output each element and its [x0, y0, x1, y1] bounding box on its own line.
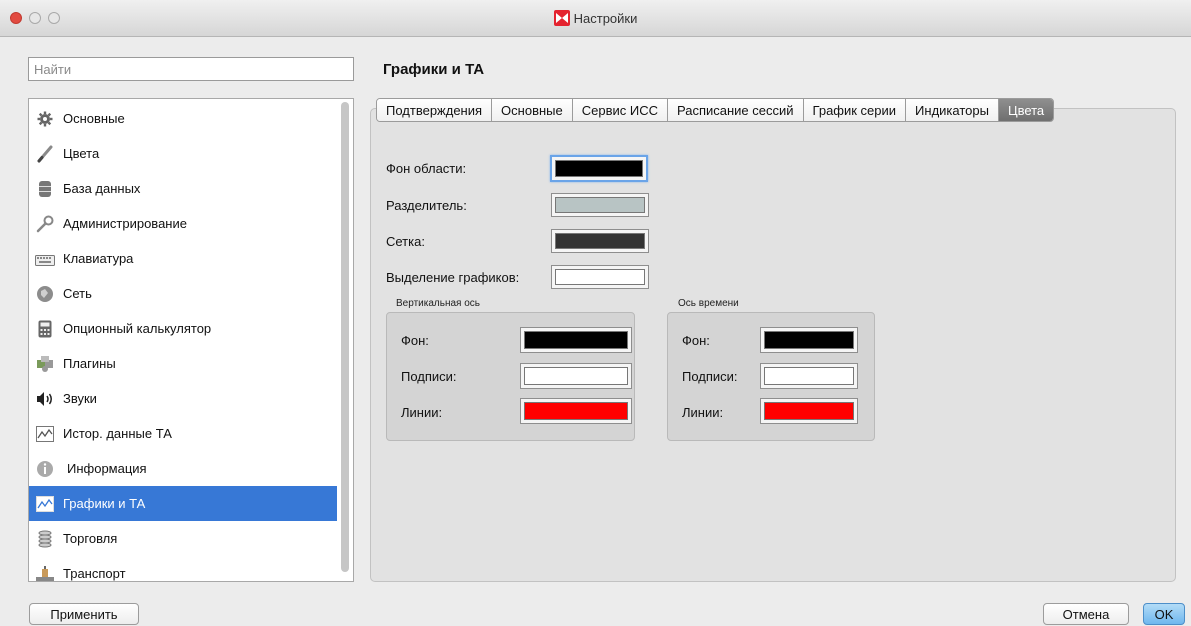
network-icon	[35, 284, 55, 304]
grid-label: Сетка:	[386, 234, 425, 249]
time-axis-captions-label: Подписи:	[682, 369, 738, 384]
area-bg-label: Фон области:	[386, 161, 467, 176]
sidebar-item-colors[interactable]: Цвета	[29, 136, 337, 171]
calculator-icon	[35, 319, 55, 339]
chart-selection-color-well[interactable]	[551, 265, 649, 289]
title-bar: Настройки	[0, 0, 1191, 37]
sidebar-item-label: Звуки	[63, 391, 97, 406]
vertical-axis-bg-color-well[interactable]	[520, 327, 632, 353]
speaker-icon	[35, 389, 55, 409]
window-title-wrap: Настройки	[0, 10, 1191, 26]
sidebar-item-label: Опционный калькулятор	[63, 321, 212, 336]
grid-color-well[interactable]	[551, 229, 649, 253]
sidebar-item-option-calculator[interactable]: Опционный калькулятор	[29, 311, 337, 346]
separator-color-well[interactable]	[551, 193, 649, 217]
brush-icon	[35, 144, 55, 164]
separator-label: Разделитель:	[386, 198, 467, 213]
coins-icon	[35, 529, 55, 549]
ok-button[interactable]: OK	[1143, 603, 1185, 625]
sidebar-item-trading[interactable]: Торговля	[29, 521, 337, 556]
area-bg-color-well[interactable]	[550, 155, 648, 182]
sidebar-item-label: Плагины	[63, 356, 116, 371]
tab-general[interactable]: Основные	[492, 99, 573, 121]
sidebar-item-information[interactable]: Информация	[29, 451, 337, 486]
cancel-button[interactable]: Отмена	[1043, 603, 1129, 625]
sidebar-item-label: Истор. данные ТА	[63, 426, 172, 441]
sidebar-item-label: Торговля	[63, 531, 118, 546]
history-chart-icon	[35, 424, 55, 444]
vertical-axis-lines-color-fill	[524, 402, 628, 420]
chart-selection-color-fill	[555, 269, 645, 285]
wrench-icon	[35, 214, 55, 234]
sidebar-item-label: Графики и ТА	[63, 496, 146, 511]
sidebar-item-label: Администрирование	[63, 216, 187, 231]
time-axis-captions-color-fill	[764, 367, 854, 385]
sidebar: Основные Цвета База данных Администриров…	[28, 98, 354, 582]
sidebar-item-keyboard[interactable]: Клавиатура	[29, 241, 337, 276]
sidebar-item-label: Информация	[67, 461, 147, 476]
time-axis-lines-label: Линии:	[682, 405, 724, 420]
time-axis-lines-color-fill	[764, 402, 854, 420]
sidebar-item-label: Цвета	[63, 146, 100, 161]
vertical-axis-lines-color-well[interactable]	[520, 398, 632, 424]
sidebar-item-sounds[interactable]: Звуки	[29, 381, 337, 416]
grid-color-fill	[555, 233, 645, 249]
chart-selection-label: Выделение графиков:	[386, 270, 520, 285]
vertical-axis-captions-color-fill	[524, 367, 628, 385]
sidebar-item-administration[interactable]: Администрирование	[29, 206, 337, 241]
sidebar-item-general[interactable]: Основные	[29, 101, 337, 136]
vertical-axis-bg-label: Фон:	[401, 333, 429, 348]
chart-icon	[35, 494, 55, 514]
transport-icon	[35, 564, 55, 581]
vertical-axis-captions-color-well[interactable]	[520, 363, 632, 389]
sidebar-item-label: Клавиатура	[63, 251, 134, 266]
info-icon	[35, 459, 55, 479]
sidebar-item-network[interactable]: Сеть	[29, 276, 337, 311]
vertical-axis-lines-label: Линии:	[401, 405, 443, 420]
sidebar-item-database[interactable]: База данных	[29, 171, 337, 206]
gear-icon	[35, 109, 55, 129]
sidebar-scrollbar[interactable]	[341, 102, 349, 572]
vertical-axis-bg-color-fill	[524, 331, 628, 349]
time-axis-captions-color-well[interactable]	[760, 363, 858, 389]
keyboard-icon	[35, 249, 55, 269]
window-title: Настройки	[573, 11, 638, 26]
tab-confirmations[interactable]: Подтверждения	[377, 99, 493, 121]
tab-iss-service[interactable]: Сервис ИСС	[572, 99, 668, 121]
sidebar-item-history-data[interactable]: Истор. данные ТА	[29, 416, 337, 451]
tab-series-chart[interactable]: График серии	[803, 99, 907, 121]
sidebar-item-label: Транспорт	[63, 566, 126, 581]
time-axis-caption: Ось времени	[678, 298, 739, 309]
app-logo-icon	[553, 10, 570, 26]
vertical-axis-captions-label: Подписи:	[401, 369, 457, 384]
tab-bar: Подтверждения Основные Сервис ИСС Распис…	[376, 98, 1055, 122]
tab-session-schedule[interactable]: Расписание сессий	[667, 99, 804, 121]
apply-button[interactable]: Применить	[29, 603, 139, 625]
page-title: Графики и ТА	[383, 61, 485, 78]
search-input[interactable]	[28, 57, 354, 81]
sidebar-item-label: Основные	[63, 111, 125, 126]
vertical-axis-caption: Вертикальная ось	[396, 298, 480, 309]
database-icon	[35, 179, 55, 199]
time-axis-bg-label: Фон:	[682, 333, 710, 348]
time-axis-bg-color-well[interactable]	[760, 327, 858, 353]
sidebar-item-label: Сеть	[63, 286, 92, 301]
area-bg-color-fill	[555, 160, 643, 177]
tab-indicators[interactable]: Индикаторы	[906, 99, 999, 121]
time-axis-lines-color-well[interactable]	[760, 398, 858, 424]
sidebar-item-charts-ta[interactable]: Графики и ТА	[29, 486, 337, 521]
sidebar-item-label: База данных	[63, 181, 141, 196]
tab-colors[interactable]: Цвета	[998, 99, 1054, 121]
time-axis-bg-color-fill	[764, 331, 854, 349]
sidebar-item-plugins[interactable]: Плагины	[29, 346, 337, 381]
sidebar-item-transport[interactable]: Транспорт	[29, 556, 337, 581]
puzzle-icon	[35, 354, 55, 374]
separator-color-fill	[555, 197, 645, 213]
